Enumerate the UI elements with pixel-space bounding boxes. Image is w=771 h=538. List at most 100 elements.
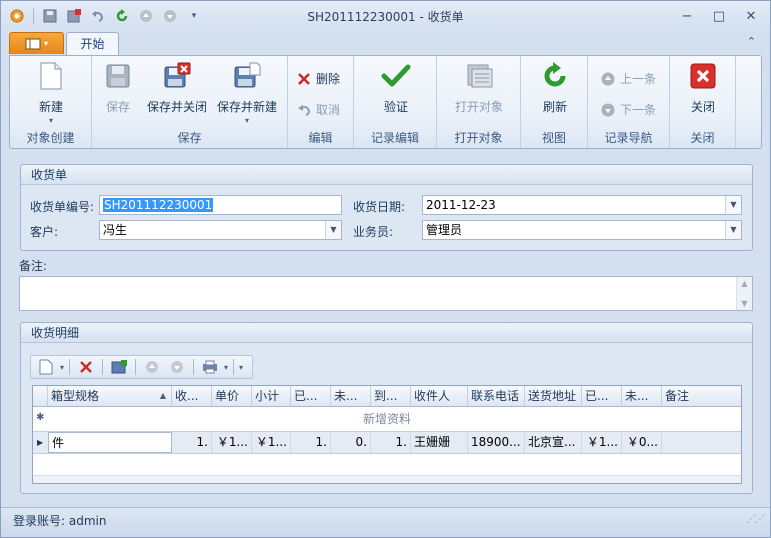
- table-cell[interactable]: 北京宣...: [525, 432, 582, 453]
- arrow-up-circle-icon: [601, 72, 615, 85]
- cancel-button[interactable]: 取消: [296, 101, 340, 118]
- column-header[interactable]: 已...: [582, 386, 622, 406]
- minimize-button[interactable]: −: [676, 7, 698, 25]
- delete-button[interactable]: 删除: [296, 70, 340, 87]
- group-label-create: 对象创建: [26, 131, 75, 145]
- column-header[interactable]: 单价: [212, 386, 252, 406]
- details-group-title: 收货明细: [21, 323, 752, 343]
- window-title: SH201112230001 - 收货单: [307, 10, 464, 24]
- column-header[interactable]: 已...: [291, 386, 331, 406]
- table-cell[interactable]: ￥1...: [212, 432, 252, 453]
- table-cell[interactable]: ￥0...: [622, 432, 662, 453]
- maximize-button[interactable]: □: [708, 7, 730, 25]
- group-create: 新建 ▾ 对象创建: [10, 56, 92, 148]
- receipt-date-input[interactable]: 2011-12-23 ▼: [422, 195, 742, 215]
- remark-scrollbar[interactable]: ▲ ▼: [736, 277, 752, 310]
- undo-icon: [298, 104, 311, 116]
- table-cell[interactable]: 1.: [172, 432, 212, 453]
- table-cell[interactable]: 件: [48, 432, 172, 453]
- column-header[interactable]: 收件人: [411, 386, 468, 406]
- close-button[interactable]: 关闭: [683, 60, 723, 115]
- refresh-button[interactable]: 刷新: [535, 60, 575, 115]
- group-label-view: 视图: [541, 131, 566, 145]
- arrow-down-circle-icon: [601, 103, 615, 116]
- receipt-number-label: 收货单编号:: [30, 200, 95, 214]
- move-up-icon[interactable]: [141, 357, 163, 377]
- chevron-down-icon: ▾: [48, 116, 53, 125]
- save-rows-icon[interactable]: [108, 357, 130, 377]
- table-cell[interactable]: 1.: [291, 432, 331, 453]
- close-window-button[interactable]: ✕: [740, 7, 762, 25]
- open-object-icon: [463, 60, 495, 92]
- toolbar-separator: [193, 359, 195, 375]
- print-icon[interactable]: [199, 357, 221, 377]
- collapse-ribbon-icon[interactable]: ⌃: [747, 35, 756, 48]
- column-header[interactable]: 收...: [172, 386, 212, 406]
- table-cell[interactable]: ￥1...: [252, 432, 291, 453]
- table-cell[interactable]: ￥1...: [582, 432, 622, 453]
- grid-horizontal-scrollbar[interactable]: [33, 475, 741, 483]
- resize-grip-icon[interactable]: ⋰⋰: [746, 507, 765, 533]
- toolbar-overflow-icon[interactable]: ▾: [239, 363, 243, 372]
- save-and-close-button[interactable]: 保存并关闭: [144, 60, 210, 115]
- chevron-down-icon[interactable]: ▾: [60, 363, 64, 372]
- delete-row-icon[interactable]: [75, 357, 97, 377]
- details-toolbar: ▾ ▾ ▾: [30, 355, 253, 379]
- column-header[interactable]: 联系电话: [468, 386, 525, 406]
- table-cell[interactable]: 0.: [331, 432, 371, 453]
- main-window: ▾ SH201112230001 - 收货单 − □ ✕ ▾ 开始 ⌃ 新建 ▾: [0, 0, 771, 538]
- new-row[interactable]: ✱ 新增资料: [33, 407, 741, 432]
- table-cell[interactable]: 1.: [371, 432, 411, 453]
- previous-record-button[interactable]: 上一条: [600, 70, 656, 87]
- customer-dropdown-icon[interactable]: ▼: [325, 221, 341, 239]
- details-grid[interactable]: 箱型规格 ▲ 收... 单价 小计 已... 未... 到... 收件人 联系电…: [32, 385, 742, 484]
- column-header[interactable]: 小计: [252, 386, 291, 406]
- receipt-number-value: SH201112230001: [103, 198, 214, 212]
- scroll-down-icon[interactable]: ▼: [741, 299, 747, 308]
- save-button[interactable]: 保存: [100, 60, 136, 115]
- save-close-icon: [161, 60, 193, 92]
- tab-start[interactable]: 开始: [66, 32, 119, 55]
- new-row-icon[interactable]: [35, 357, 57, 377]
- chevron-down-icon: ▾: [43, 39, 48, 48]
- toolbar-separator: [233, 359, 235, 375]
- group-label-save: 保存: [177, 131, 202, 145]
- customer-select[interactable]: 冯生 ▼: [99, 220, 342, 240]
- grid-header: 箱型规格 ▲ 收... 单价 小计 已... 未... 到... 收件人 联系电…: [33, 386, 741, 407]
- save-and-new-button[interactable]: 保存并新建 ▾: [214, 60, 280, 125]
- move-down-icon[interactable]: [166, 357, 188, 377]
- group-label-record-edit: 记录编辑: [370, 131, 419, 145]
- open-object-button[interactable]: 打开对象: [449, 60, 509, 115]
- table-row[interactable]: ▶ 件 1. ￥1... ￥1... 1. 0. 1. 王姗姗 18900...…: [33, 432, 741, 454]
- toolbar-separator: [102, 359, 104, 375]
- checkmark-icon: [380, 60, 412, 92]
- group-label-edit: 编辑: [308, 131, 333, 145]
- new-button[interactable]: 新建 ▾: [26, 60, 76, 125]
- chevron-down-icon[interactable]: ▾: [224, 363, 228, 372]
- receipt-group-title: 收货单: [21, 165, 752, 185]
- column-header[interactable]: 备注: [662, 386, 741, 406]
- column-header[interactable]: 到...: [371, 386, 411, 406]
- toolbar-separator: [69, 359, 71, 375]
- date-dropdown-icon[interactable]: ▼: [725, 196, 741, 214]
- next-record-button[interactable]: 下一条: [600, 101, 656, 118]
- group-edit: 删除 取消 编辑: [288, 56, 354, 148]
- table-cell[interactable]: 王姗姗: [411, 432, 468, 453]
- column-header[interactable]: 未...: [331, 386, 371, 406]
- column-header[interactable]: 未...: [622, 386, 662, 406]
- column-header[interactable]: 箱型规格 ▲: [48, 386, 172, 406]
- customer-label: 客户:: [30, 225, 59, 239]
- table-cell[interactable]: 18900...: [468, 432, 525, 453]
- salesman-dropdown-icon[interactable]: ▼: [725, 221, 741, 239]
- scroll-up-icon[interactable]: ▲: [741, 279, 747, 288]
- remark-textarea[interactable]: ▲ ▼: [19, 276, 753, 311]
- receipt-number-input[interactable]: SH201112230001: [99, 195, 342, 215]
- app-menu-button[interactable]: ▾: [9, 32, 64, 54]
- salesman-select[interactable]: 管理员 ▼: [422, 220, 742, 240]
- table-cell[interactable]: [662, 432, 741, 453]
- group-close: 关闭 关闭: [670, 56, 736, 148]
- salesman-label: 业务员:: [353, 225, 394, 239]
- validate-button[interactable]: 验证: [374, 60, 418, 115]
- column-header[interactable]: 送货地址: [525, 386, 582, 406]
- new-row-placeholder: 新增资料: [362, 412, 411, 426]
